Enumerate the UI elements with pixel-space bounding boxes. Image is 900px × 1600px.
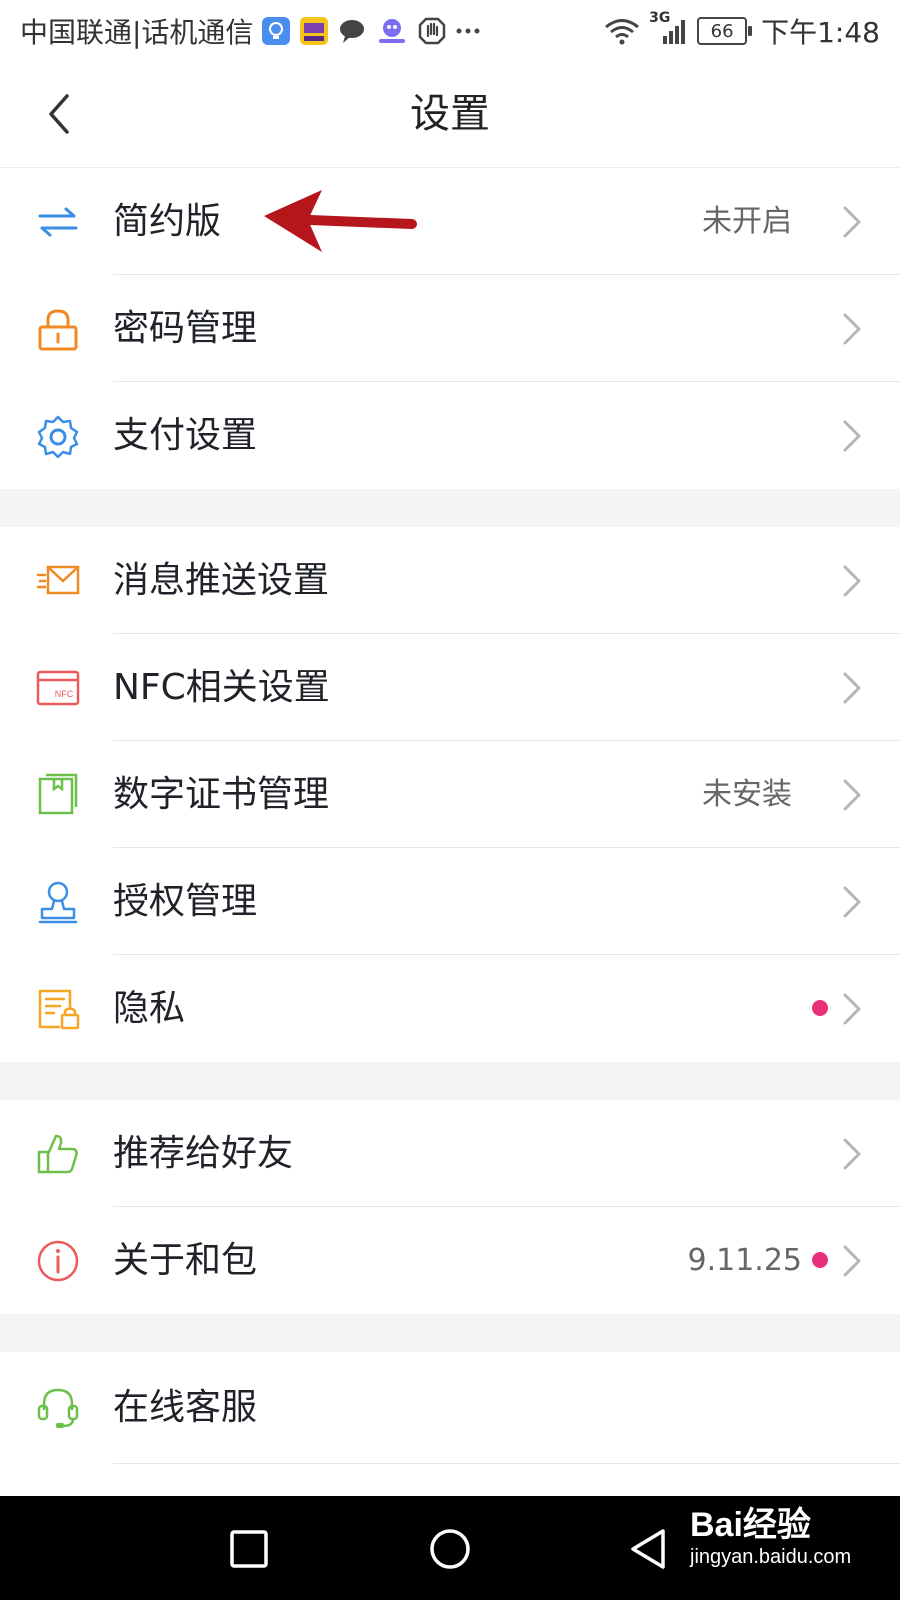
section-security: 消息推送设置 NFC NFC相关设置 数字证书管理 未安装 授权管理 隐私 [0, 527, 900, 1062]
settings-row-online-service[interactable]: 在线客服 [0, 1352, 900, 1464]
home-button[interactable] [423, 1522, 477, 1576]
watermark-url: jingyan.baidu.com [690, 1546, 852, 1568]
carrier-text: 中国联通|话机通信 [20, 16, 254, 49]
watermark-brand: Bai经验 [690, 1506, 811, 1544]
document-lock-icon [38, 989, 80, 1030]
notification-dot [812, 1000, 828, 1016]
network-type: 3G [649, 10, 671, 26]
hand-icon [417, 16, 447, 46]
app-badge-icon [299, 16, 329, 46]
row-label: 关于和包 [113, 1240, 258, 1281]
header: 设置 [0, 62, 900, 168]
chevron-right-icon [843, 779, 861, 811]
section-gap [0, 1314, 900, 1352]
lock-icon [38, 309, 78, 351]
chevron-right-icon [843, 993, 861, 1025]
section-general: 简约版 未开启 密码管理 支付设置 [0, 168, 900, 489]
chevron-right-icon [843, 565, 861, 597]
swap-arrows-icon [38, 207, 78, 237]
row-divider [113, 1463, 900, 1464]
status-right: 3G 66 下午1:48 [603, 10, 880, 51]
settings-row-recommend-friends[interactable]: 推荐给好友 [0, 1100, 900, 1207]
battery-icon: 66 [697, 17, 753, 45]
row-label: 支付设置 [113, 415, 258, 456]
section-about: 推荐给好友 关于和包 9.11.25 [0, 1100, 900, 1314]
app-version: 9.11.25 [687, 1243, 802, 1278]
row-label: 隐私 [113, 988, 186, 1029]
envelope-icon [36, 565, 80, 595]
page-title: 设置 [410, 91, 490, 137]
settings-row-push-settings[interactable]: 消息推送设置 [0, 527, 900, 634]
chevron-right-icon [843, 313, 861, 345]
certificate-icon [38, 773, 78, 815]
settings-row-about[interactable]: 关于和包 9.11.25 [0, 1207, 900, 1314]
row-label: 密码管理 [113, 308, 258, 349]
settings-row-authorization-management[interactable]: 授权管理 [0, 848, 900, 955]
row-label: 授权管理 [113, 881, 258, 922]
chat-bubble-icon [337, 16, 367, 46]
status-left: 中国联通|话机通信 [20, 11, 481, 51]
robot-icon [375, 16, 409, 46]
square-icon [230, 1530, 268, 1568]
section-gap [0, 1062, 900, 1100]
status-time: 下午1:48 [761, 16, 880, 49]
row-label: 推荐给好友 [113, 1133, 294, 1174]
chevron-right-icon [843, 1245, 861, 1277]
settings-row-password-management[interactable]: 密码管理 [0, 275, 900, 382]
row-value: 未安装 [702, 777, 792, 812]
chevron-right-icon [843, 206, 861, 238]
chevron-right-icon [843, 672, 861, 704]
stamp-icon [38, 881, 78, 924]
battery-level: 66 [710, 20, 734, 42]
row-label: 在线客服 [113, 1387, 258, 1428]
circle-icon [430, 1529, 470, 1569]
info-icon [37, 1240, 79, 1282]
notification-dot [812, 1252, 828, 1268]
chevron-right-icon [843, 886, 861, 918]
watermark: Bai经验 jingyan.baidu.com [690, 1505, 851, 1569]
signal-icon: 3G [649, 10, 689, 46]
status-bar: 中国联通|话机通信 3G 66 下午1:48 [0, 0, 900, 62]
section-service: 在线客服 [0, 1352, 900, 1464]
row-value: 未开启 [702, 204, 792, 239]
settings-row-nfc-settings[interactable]: NFC NFC相关设置 [0, 634, 900, 741]
wifi-icon [603, 16, 641, 46]
bulb-icon [261, 16, 291, 46]
chevron-right-icon [843, 420, 861, 452]
row-label: 消息推送设置 [113, 560, 330, 601]
settings-row-payment-settings[interactable]: 支付设置 [0, 382, 900, 489]
row-label: 数字证书管理 [113, 774, 330, 815]
settings-row-certificate-management[interactable]: 数字证书管理 未安装 [0, 741, 900, 848]
settings-row-simple-mode[interactable]: 简约版 未开启 [0, 168, 900, 275]
chevron-right-icon [843, 1138, 861, 1170]
settings-row-privacy[interactable]: 隐私 [0, 955, 900, 1062]
more-dots-icon [455, 16, 481, 46]
nfc-card-icon: NFC [36, 670, 80, 706]
back-nav-button[interactable] [622, 1522, 676, 1576]
row-label: 简约版 [113, 201, 222, 242]
headset-icon [37, 1388, 79, 1428]
gear-icon [37, 415, 79, 458]
thumbs-up-icon [37, 1134, 78, 1174]
section-gap [0, 489, 900, 527]
recent-apps-button[interactable] [222, 1522, 276, 1576]
triangle-back-icon [631, 1529, 665, 1569]
row-label: NFC相关设置 [113, 667, 330, 708]
red-arrow-icon [264, 190, 417, 252]
nfc-card-label: NFC [55, 689, 74, 699]
